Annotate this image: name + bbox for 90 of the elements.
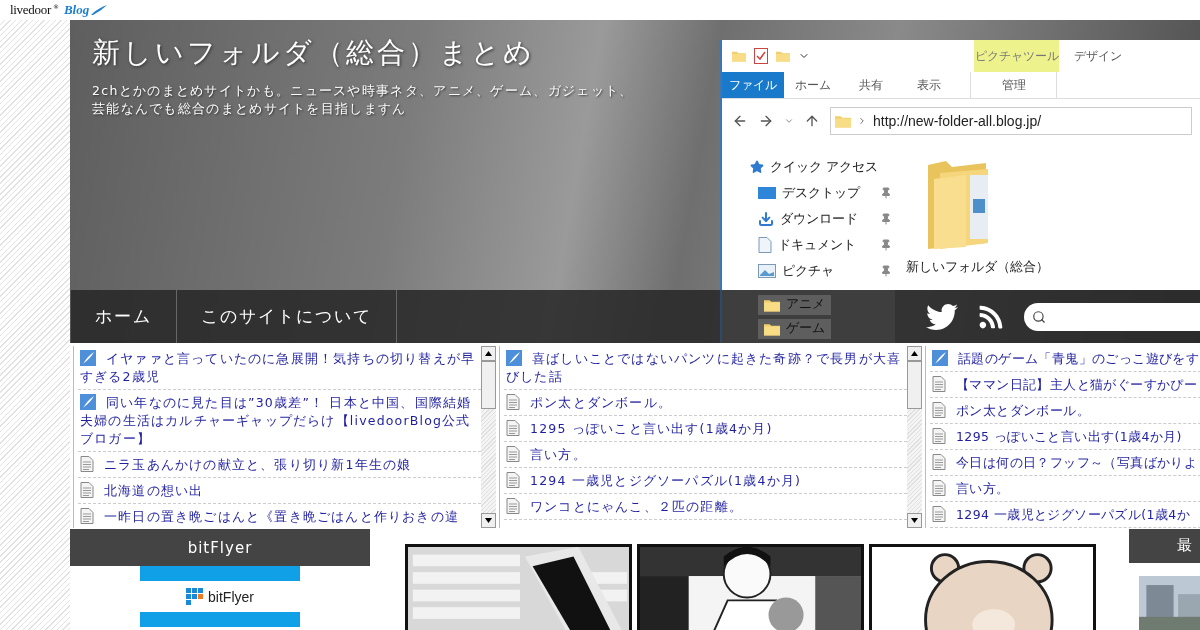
- document-icon: [506, 420, 520, 436]
- back-icon[interactable]: [732, 113, 748, 129]
- feather-icon: [932, 350, 948, 366]
- site-description: 2chとかのまとめサイトかも。ニュースや時事ネタ、アニメ、ゲーム、ガジェット、: [92, 82, 634, 100]
- document-icon: [80, 482, 94, 498]
- logo-text[interactable]: livedoor: [10, 2, 51, 18]
- rss-icon[interactable]: [978, 303, 1004, 330]
- feather-icon: [91, 5, 108, 15]
- feed-link[interactable]: 1294 一歳児とジグソーパズル(1歳4か: [930, 502, 1200, 528]
- folder-icon: [764, 321, 780, 336]
- document-icon: [932, 454, 946, 470]
- logo-icon: [186, 587, 205, 606]
- ribbon-tab[interactable]: ファイル: [722, 72, 784, 98]
- nav-pane-label: デスクトップ: [782, 184, 862, 202]
- ribbon-tab[interactable]: 管理: [970, 72, 1057, 98]
- nav-pane-label: ピクチャ: [782, 262, 835, 280]
- nav-pane-item[interactable]: ダウンロード: [750, 209, 892, 229]
- logo-subtitle[interactable]: Blog: [63, 2, 90, 18]
- feed-link[interactable]: 【ママン日記】主人と猫がぐーすかぴー: [930, 372, 1200, 398]
- feed-link[interactable]: 1295 っぽいこと言い出す(1歳4か月): [930, 424, 1200, 450]
- feed-link[interactable]: 言い方。: [930, 476, 1200, 502]
- scroll-up-icon[interactable]: [911, 351, 918, 356]
- document-icon: [506, 394, 520, 410]
- scroll-down-button[interactable]: [481, 513, 496, 528]
- feather-icon: [506, 350, 522, 366]
- document-icon: [80, 508, 94, 524]
- search-icon: [1032, 309, 1046, 324]
- star-icon: [750, 160, 764, 174]
- feed-link[interactable]: 1295 っぽいこと言い出す(1歳4か月): [504, 416, 907, 442]
- nav-pane-label: ドキュメント: [778, 236, 857, 254]
- download-icon: [758, 211, 774, 227]
- nav-link[interactable]: このサイトについて: [177, 290, 397, 343]
- feed-link[interactable]: ワンコとにゃんこ、２匹の距離。: [504, 494, 907, 520]
- scroll-up-button[interactable]: [907, 346, 922, 361]
- address-text: http://new-folder-all.blog.jp/: [873, 113, 1042, 129]
- document-icon: [932, 506, 946, 522]
- feed-link[interactable]: 今日は何の日？フッフ～（写真ばかりよ: [930, 450, 1200, 476]
- document-icon: [506, 498, 520, 514]
- scroll-down-icon[interactable]: [911, 518, 918, 523]
- document-icon: [932, 480, 946, 496]
- feed-link[interactable]: ポン太とダンボール。: [930, 398, 1200, 424]
- ribbon-tab[interactable]: デザイン: [1059, 40, 1137, 72]
- scrollbar[interactable]: [907, 346, 922, 528]
- scroll-thumb[interactable]: [481, 361, 496, 409]
- site-description: 芸能なんでも総合のまとめサイトを目指しますん: [92, 100, 407, 118]
- banner-link[interactable]: bitFlyer: [186, 581, 254, 612]
- nav-pane-item[interactable]: ピクチャ: [750, 261, 892, 281]
- scrollbar[interactable]: [481, 346, 496, 528]
- scroll-thumb[interactable]: [907, 361, 922, 409]
- document-icon: [932, 402, 946, 418]
- document-icon: [932, 428, 946, 444]
- image-icon: [758, 264, 776, 278]
- feather-icon: [80, 394, 96, 410]
- feather-icon: [80, 350, 96, 366]
- address-field[interactable]: http://new-folder-all.blog.jp/: [830, 107, 1192, 135]
- search-field[interactable]: [1024, 302, 1200, 331]
- folder-label: 新しいフォルダ（総合）: [906, 259, 1049, 276]
- scroll-down-button[interactable]: [907, 513, 922, 528]
- site-title[interactable]: 新しいフォルダ（総合）まとめ: [92, 34, 535, 72]
- feed-link[interactable]: 喜ばしいことではないパンツに起きた奇跡？で長男が大喜びした話: [504, 346, 907, 390]
- nav-link[interactable]: ホーム: [70, 290, 177, 343]
- document-icon: [80, 456, 94, 472]
- feed-link[interactable]: ポン太とダンボール。: [504, 390, 907, 416]
- feed-link[interactable]: 言い方。: [504, 442, 907, 468]
- feed-link[interactable]: ニラ玉あんかけの献立と、張り切り新1年生の娘: [78, 452, 481, 478]
- monitor-icon: [758, 186, 776, 200]
- forward-icon[interactable]: [758, 113, 774, 129]
- document-icon: [758, 237, 772, 253]
- scroll-up-icon[interactable]: [485, 351, 492, 356]
- sidebar-heading: bitFlyer: [70, 529, 370, 566]
- nav-pane-label: ダウンロード: [780, 210, 859, 228]
- up-icon[interactable]: [804, 113, 820, 129]
- feed-link[interactable]: 1294 一歳児とジグソーパズル(1歳4か月): [504, 468, 907, 494]
- checklist-icon: [754, 48, 768, 64]
- document-icon: [506, 472, 520, 488]
- document-icon: [932, 376, 946, 392]
- nav-pane-item[interactable]: ドキュメント: [750, 235, 892, 255]
- nav-pane-item[interactable]: クイック アクセス: [750, 157, 892, 177]
- nav-pane-item[interactable]: デスクトップ: [750, 183, 892, 203]
- scroll-down-icon[interactable]: [485, 518, 492, 523]
- scroll-up-button[interactable]: [481, 346, 496, 361]
- folder-icon: [764, 297, 780, 312]
- feed-link[interactable]: 北海道の想い出: [78, 478, 481, 504]
- document-icon: [506, 446, 520, 462]
- chevron-icon: [857, 116, 867, 126]
- nav-pane-label: クイック アクセス: [770, 158, 879, 176]
- feed-link[interactable]: イヤァァと言っていたのに急展開！気持ちの切り替えが早すぎる2歳児: [78, 346, 481, 390]
- sidebar-heading: 最: [1129, 529, 1200, 563]
- feed-link[interactable]: 話題のゲーム「青鬼」のごっこ遊びをす: [930, 346, 1200, 372]
- ribbon-group-label: ピクチャツール: [974, 40, 1059, 72]
